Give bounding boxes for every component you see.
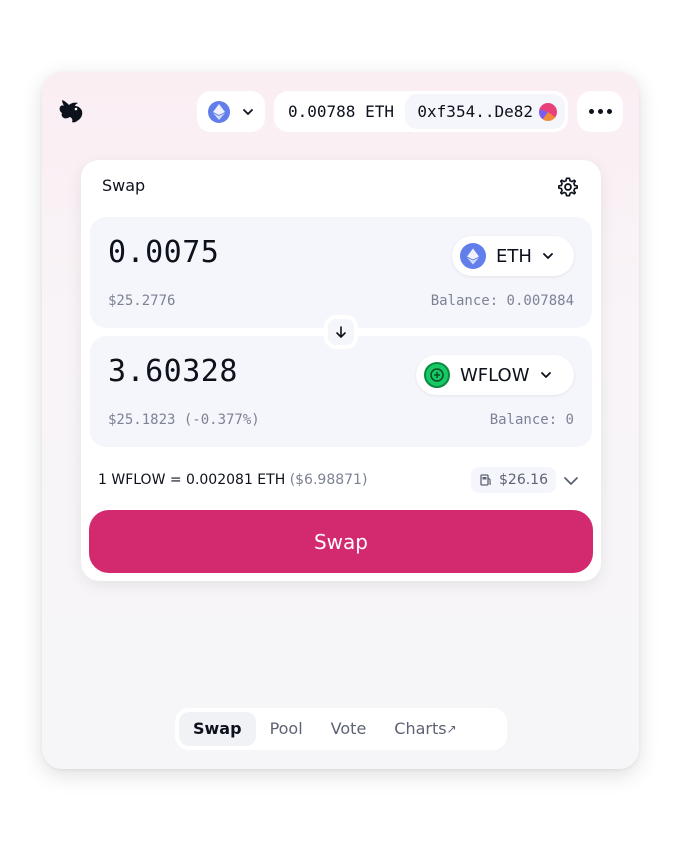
sell-token-selector[interactable]: ETH bbox=[452, 236, 574, 276]
gear-icon[interactable] bbox=[557, 176, 579, 198]
buy-token-selector[interactable]: WFLOW bbox=[416, 355, 574, 395]
chevron-down-icon bbox=[540, 372, 551, 378]
sell-amount-input[interactable]: 0.0075 bbox=[108, 235, 219, 270]
avatar bbox=[539, 102, 557, 121]
ethereum-icon bbox=[460, 243, 486, 269]
chevron-down-icon[interactable] bbox=[562, 472, 580, 490]
bottom-nav: Swap Pool Vote Charts↗ bbox=[175, 708, 507, 750]
nav-item-vote[interactable]: Vote bbox=[317, 712, 381, 746]
swap-card: Swap 0.0075 ETH $25.2776 Balance: 0.0078… bbox=[81, 160, 601, 581]
network-selector[interactable] bbox=[197, 91, 265, 132]
uniswap-logo[interactable] bbox=[56, 96, 86, 126]
sell-balance: Balance: 0.007884 bbox=[430, 293, 574, 309]
wallet-address-button[interactable]: 0xf354..De82 bbox=[405, 94, 565, 129]
sell-usd-value: $25.2776 bbox=[108, 293, 176, 309]
buy-amount-input[interactable]: 3.60328 bbox=[108, 354, 238, 389]
exchange-rate[interactable]: 1 WFLOW = 0.002081 ETH ($6.98871) bbox=[98, 465, 367, 495]
nav-item-charts[interactable]: Charts↗ bbox=[380, 712, 470, 746]
sell-token-label: ETH bbox=[496, 245, 532, 267]
more-options-button[interactable] bbox=[577, 91, 623, 132]
nav-item-swap[interactable]: Swap bbox=[179, 712, 256, 746]
nav-item-pool[interactable]: Pool bbox=[256, 712, 317, 746]
gas-fee-value: $26.16 bbox=[499, 472, 548, 488]
buy-token-label: WFLOW bbox=[460, 364, 530, 386]
wallet-address: 0xf354..De82 bbox=[417, 102, 533, 121]
more-dot-icon bbox=[597, 109, 603, 114]
ethereum-icon bbox=[208, 100, 230, 123]
nav-charts-label: Charts bbox=[394, 719, 447, 738]
app-window: 0.00788 ETH 0xf354..De82 Swap 0.0075 ETH… bbox=[42, 72, 639, 769]
chevron-down-icon bbox=[243, 108, 253, 115]
buy-balance: Balance: 0 bbox=[489, 412, 574, 428]
more-dot-icon bbox=[606, 109, 612, 114]
arrow-down-icon bbox=[336, 326, 346, 338]
gas-fee-badge: $26.16 bbox=[471, 467, 556, 493]
sell-panel: 0.0075 ETH $25.2776 Balance: 0.007884 bbox=[90, 217, 592, 328]
chevron-down-icon bbox=[543, 253, 553, 259]
buy-usd-value: $25.1823 (-0.377%) bbox=[108, 412, 260, 428]
swap-button[interactable]: Swap bbox=[89, 510, 593, 573]
card-title: Swap bbox=[102, 176, 146, 195]
rate-usd: ($6.98871) bbox=[289, 472, 368, 488]
rate-text: 1 WFLOW = 0.002081 ETH bbox=[98, 472, 286, 488]
wflow-token-icon bbox=[424, 362, 450, 388]
more-dot-icon bbox=[588, 109, 594, 114]
buy-panel: 3.60328 WFLOW $25.1823 (-0.377%) Balance… bbox=[90, 336, 592, 447]
account-pill: 0.00788 ETH 0xf354..De82 bbox=[274, 91, 568, 132]
external-link-icon: ↗ bbox=[446, 722, 457, 736]
wallet-balance: 0.00788 ETH bbox=[288, 102, 394, 121]
switch-tokens-button[interactable] bbox=[324, 315, 358, 349]
gas-icon bbox=[480, 474, 491, 486]
